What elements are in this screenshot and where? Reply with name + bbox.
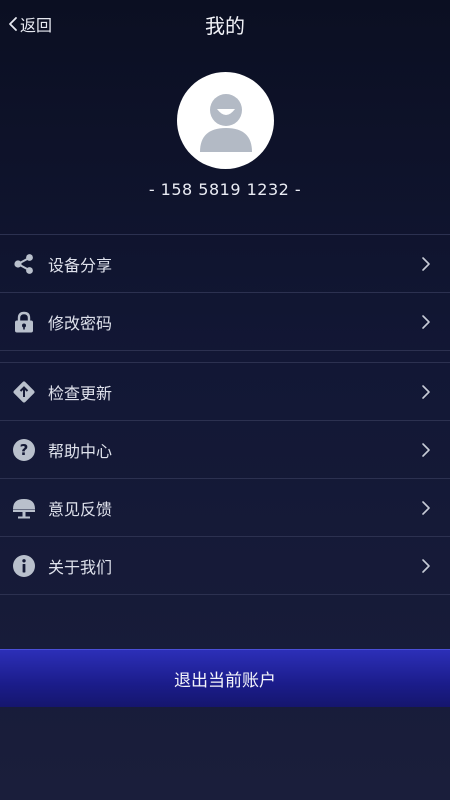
logout-button[interactable]: 退出当前账户 bbox=[0, 649, 450, 707]
lock-icon bbox=[12, 310, 36, 334]
logout-label: 退出当前账户 bbox=[174, 671, 276, 691]
phone-number: - 158 5819 1232 - bbox=[148, 180, 302, 199]
menu-item-label: 关于我们 bbox=[48, 557, 113, 577]
share-icon bbox=[12, 252, 36, 276]
chevron-right-icon bbox=[422, 500, 430, 515]
menu-item-about-us[interactable]: 关于我们 bbox=[0, 536, 450, 595]
menu-group-account: 设备分享 修改密码 bbox=[0, 234, 450, 351]
chevron-right-icon bbox=[422, 558, 430, 573]
menu-item-label: 帮助中心 bbox=[48, 441, 113, 461]
menu-item-label: 意见反馈 bbox=[48, 499, 113, 519]
menu-item-feedback[interactable]: 意见反馈 bbox=[0, 478, 450, 536]
page-title: 我的 bbox=[205, 14, 245, 38]
menu-item-help-center[interactable]: ? 帮助中心 bbox=[0, 420, 450, 478]
menu-item-label: 设备分享 bbox=[48, 255, 113, 275]
menu-item-change-password[interactable]: 修改密码 bbox=[0, 292, 450, 351]
info-icon bbox=[12, 554, 36, 578]
update-icon bbox=[12, 380, 36, 404]
chevron-right-icon bbox=[422, 384, 430, 399]
feedback-icon bbox=[12, 496, 36, 520]
menu-item-check-update[interactable]: 检查更新 bbox=[0, 362, 450, 420]
chevron-right-icon bbox=[422, 314, 430, 329]
menu-group-general: 检查更新 ? 帮助中心 意见反馈 关于我们 bbox=[0, 362, 450, 595]
header: 返回 我的 bbox=[0, 0, 450, 50]
chevron-right-icon bbox=[422, 442, 430, 457]
svg-text:?: ? bbox=[20, 441, 29, 459]
menu-item-device-share[interactable]: 设备分享 bbox=[0, 234, 450, 292]
avatar[interactable] bbox=[177, 72, 274, 169]
menu-item-label: 检查更新 bbox=[48, 383, 113, 403]
user-icon bbox=[199, 93, 252, 152]
chevron-right-icon bbox=[422, 256, 430, 271]
help-icon: ? bbox=[12, 438, 36, 462]
menu-item-label: 修改密码 bbox=[48, 313, 113, 333]
